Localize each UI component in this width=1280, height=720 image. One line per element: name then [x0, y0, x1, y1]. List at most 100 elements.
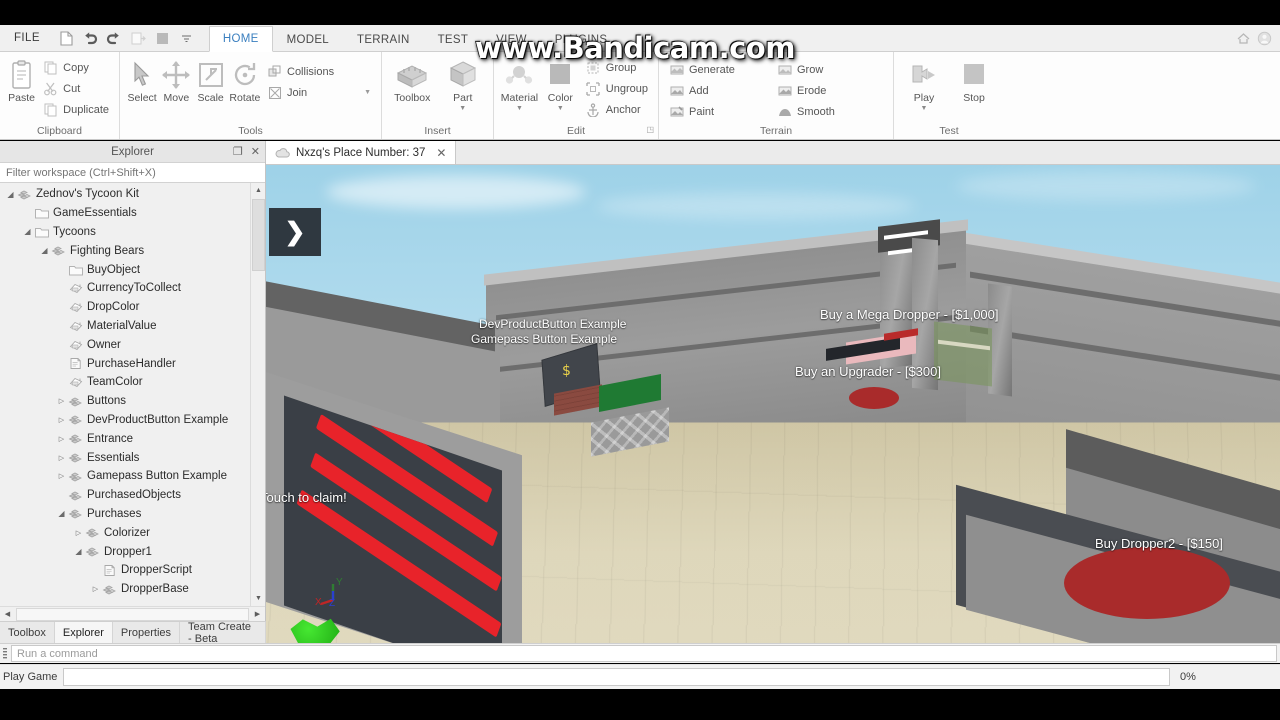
explorer-item-colorizer[interactable]: ▷ Colorizer — [0, 523, 265, 542]
play-button[interactable]: Play ▼ — [900, 55, 948, 113]
explorer-item-gameessentials[interactable]: GameEssentials — [0, 204, 265, 223]
explorer-tree[interactable]: ◢ Zednov's Tycoon Kit GameEssentials ◢ Tycoo… — [0, 183, 265, 606]
tab-test[interactable]: TEST — [424, 26, 483, 52]
dock-tab-explorer[interactable]: Explorer — [54, 622, 113, 643]
expand-arrow-down-icon[interactable]: ◢ — [4, 190, 17, 199]
explorer-item-purchasehandler[interactable]: PurchaseHandler — [0, 354, 265, 373]
color-swatch-icon[interactable] — [154, 30, 171, 47]
scale-tool-button[interactable]: Scale — [195, 55, 227, 104]
expand-arrow-right-icon[interactable]: ▷ — [72, 529, 85, 537]
expand-arrow-right-icon[interactable]: ▷ — [55, 435, 68, 443]
explorer-item-currencytocollect[interactable]: CurrencyToCollect — [0, 279, 265, 298]
chevron-down-icon[interactable]: ▼ — [557, 105, 564, 113]
copy-button[interactable]: Copy — [39, 57, 113, 78]
explorer-item-materialvalue[interactable]: MaterialValue — [0, 317, 265, 336]
scroll-left-icon[interactable]: ◀ — [0, 606, 15, 622]
expand-arrow-down-icon[interactable]: ◢ — [38, 246, 51, 255]
home-icon[interactable] — [1236, 31, 1251, 46]
terrain-paint-button[interactable]: Paint — [665, 101, 771, 122]
paste-button[interactable]: Paste — [6, 55, 37, 104]
export-icon[interactable] — [130, 30, 147, 47]
explorer-item-buyobject[interactable]: BuyObject — [0, 260, 265, 279]
scroll-down-icon[interactable]: ▼ — [251, 591, 265, 606]
undo-icon[interactable] — [82, 30, 99, 47]
tab-view[interactable]: VIEW — [482, 26, 541, 52]
account-icon[interactable] — [1257, 31, 1272, 46]
hscrollbar-thumb[interactable] — [16, 607, 249, 621]
redo-icon[interactable] — [106, 30, 123, 47]
explorer-item-dropperbase[interactable]: ▷ DropperBase — [0, 580, 265, 599]
expand-arrow-right-icon[interactable]: ▷ — [55, 472, 68, 480]
place-tab[interactable]: Nxzq's Place Number: 37 ✕ — [266, 141, 457, 164]
ungroup-button[interactable]: Ungroup — [582, 78, 652, 99]
toolbox-button[interactable]: Toolbox — [388, 55, 437, 104]
close-icon[interactable]: ✕ — [436, 146, 446, 160]
3d-viewport[interactable]: $ Y X Z DevProductButton Example Gamepass — [266, 165, 1280, 643]
expand-arrow-down-icon[interactable]: ◢ — [21, 227, 34, 236]
collisions-button[interactable]: Collisions — [263, 61, 375, 82]
chevron-down-icon[interactable]: ▼ — [516, 105, 523, 113]
tab-plugins[interactable]: PLUGINS — [541, 26, 622, 52]
explorer-item-purchases[interactable]: ◢ Purchases — [0, 505, 265, 524]
explorer-vertical-scrollbar[interactable]: ▲ ▼ — [250, 183, 265, 606]
play-solo-button[interactable]: ❯ — [269, 208, 321, 256]
scroll-up-icon[interactable]: ▲ — [251, 183, 265, 198]
color-button[interactable]: Color ▼ — [541, 55, 580, 113]
join-button[interactable]: Join ▼ — [263, 82, 375, 103]
stop-button[interactable]: Stop — [950, 55, 998, 104]
explorer-item-devproductbutton-example[interactable]: ▷ DevProductButton Example — [0, 411, 265, 430]
scrollbar-thumb[interactable] — [252, 199, 265, 271]
explorer-item-zednov-s-tycoon-kit[interactable]: ◢ Zednov's Tycoon Kit — [0, 185, 265, 204]
chevron-down-icon[interactable] — [178, 30, 195, 47]
cut-button[interactable]: Cut — [39, 78, 113, 99]
new-file-icon[interactable] — [58, 30, 75, 47]
explorer-item-dropperscript[interactable]: DropperScript — [0, 561, 265, 580]
filter-input[interactable] — [4, 165, 261, 180]
terrain-erode-button[interactable]: Erode — [773, 80, 881, 101]
command-input[interactable]: Run a command — [11, 645, 1277, 662]
duplicate-button[interactable]: Duplicate — [39, 99, 113, 120]
expand-arrow-right-icon[interactable]: ▷ — [55, 454, 68, 462]
explorer-item-owner[interactable]: Owner — [0, 335, 265, 354]
scroll-right-icon[interactable]: ▶ — [250, 606, 265, 622]
terrain-generate-button[interactable]: Generate — [665, 59, 771, 80]
expand-arrow-right-icon[interactable]: ▷ — [55, 397, 68, 405]
explorer-item-entrance[interactable]: ▷ Entrance — [0, 429, 265, 448]
chevron-down-icon[interactable]: ▼ — [459, 105, 466, 113]
expand-arrow-right-icon[interactable]: ▷ — [89, 585, 102, 593]
explorer-item-fighting-bears[interactable]: ◢ Fighting Bears — [0, 241, 265, 260]
explorer-item-dropper1[interactable]: ◢ Dropper1 — [0, 542, 265, 561]
explorer-item-purchasedobjects[interactable]: PurchasedObjects — [0, 486, 265, 505]
part-button[interactable]: Part ▼ — [439, 55, 488, 113]
terrain-add-button[interactable]: Add — [665, 80, 771, 101]
anchor-button[interactable]: Anchor — [582, 99, 652, 120]
expand-arrow-right-icon[interactable]: ▷ — [55, 416, 68, 424]
material-button[interactable]: Material ▼ — [500, 55, 539, 113]
chevron-down-icon[interactable]: ▼ — [356, 89, 371, 96]
dock-tab-team-create[interactable]: Team Create - Beta — [180, 621, 266, 645]
select-tool-button[interactable]: Select — [126, 55, 158, 104]
explorer-item-essentials[interactable]: ▷ Essentials — [0, 448, 265, 467]
dropper2-pad[interactable] — [1064, 547, 1230, 619]
move-tool-button[interactable]: Move — [160, 55, 192, 104]
tab-model[interactable]: MODEL — [273, 26, 343, 52]
drag-grip-icon[interactable] — [0, 644, 11, 664]
explorer-item-dropcolor[interactable]: DropColor — [0, 298, 265, 317]
explorer-item-buttons[interactable]: ▷ Buttons — [0, 392, 265, 411]
dropper-pad[interactable] — [849, 387, 899, 409]
undock-icon[interactable]: ❐ — [233, 146, 243, 158]
explorer-horizontal-scrollbar[interactable]: ◀ ▶ — [0, 606, 265, 622]
chevron-down-icon[interactable]: ▼ — [921, 105, 928, 113]
terrain-smooth-button[interactable]: Smooth — [773, 101, 881, 122]
tab-home[interactable]: HOME — [208, 26, 273, 52]
expand-arrow-down-icon[interactable]: ◢ — [55, 509, 68, 518]
dock-tab-properties[interactable]: Properties — [113, 622, 181, 643]
rotate-tool-button[interactable]: Rotate — [229, 55, 261, 104]
explorer-item-tycoons[interactable]: ◢ Tycoons — [0, 223, 265, 242]
group-button[interactable]: Group — [582, 57, 652, 78]
dock-tab-toolbox[interactable]: Toolbox — [0, 622, 55, 643]
dialog-launcher-icon[interactable]: ◳ — [646, 122, 654, 137]
close-icon[interactable]: ✕ — [251, 146, 260, 158]
expand-arrow-down-icon[interactable]: ◢ — [72, 547, 85, 556]
explorer-item-gamepass-button-example[interactable]: ▷ Gamepass Button Example — [0, 467, 265, 486]
